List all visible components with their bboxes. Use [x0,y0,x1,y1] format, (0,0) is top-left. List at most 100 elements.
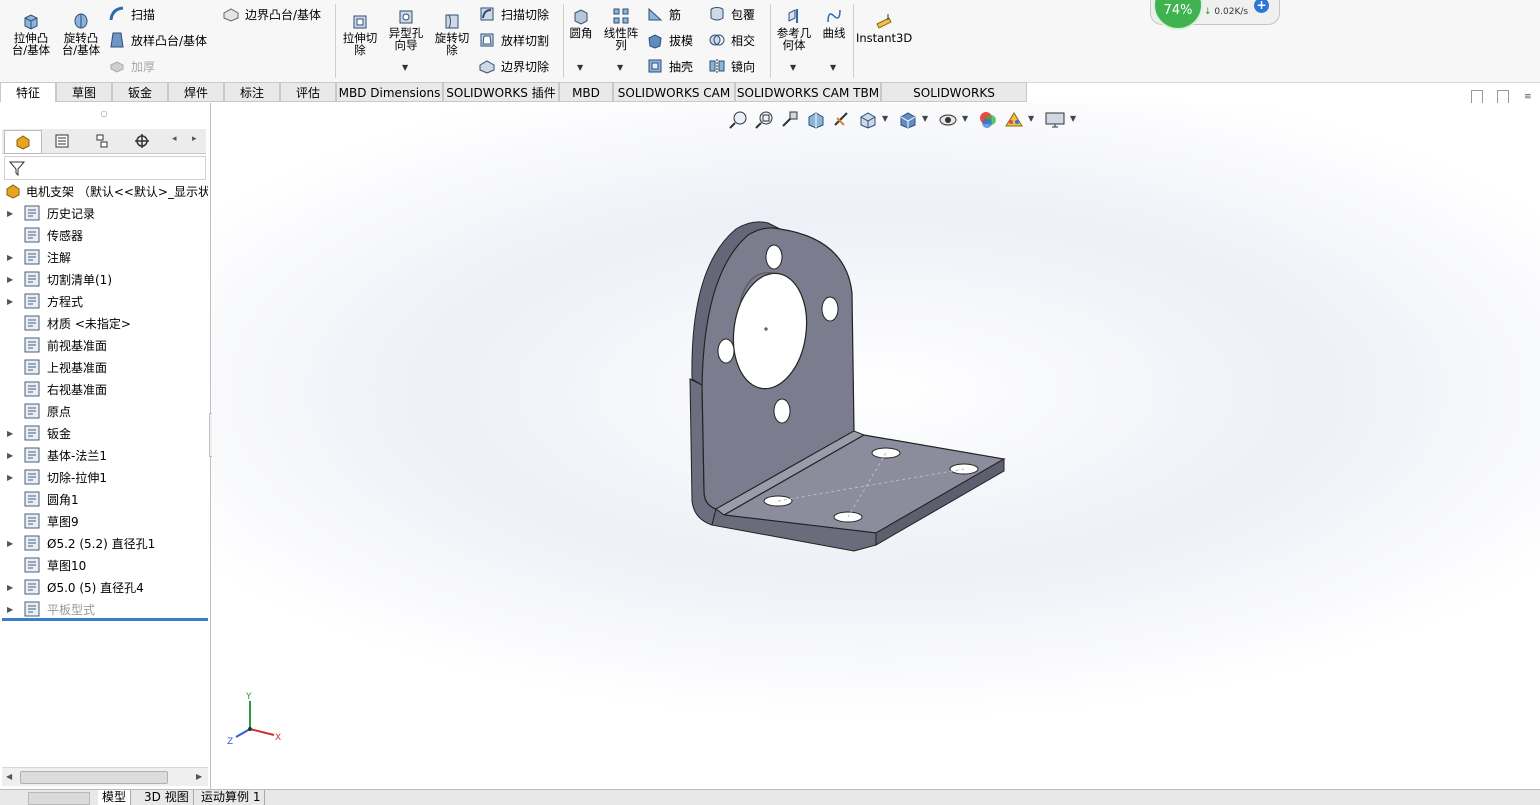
configuration-manager-tab[interactable] [84,130,120,152]
panel-grip[interactable]: ○ [0,109,208,121]
filter-box[interactable] [4,156,206,180]
hide-show-items-icon[interactable] [938,110,958,130]
tree-item[interactable]: 材质 <未指定> [0,312,208,334]
hole-wizard-dropdown-icon[interactable]: ▼ [402,63,408,72]
tab-sheet-metal[interactable]: 钣金 [112,82,168,102]
reference-geometry-dropdown-icon[interactable]: ▼ [790,63,796,72]
view-orientation-dropdown-icon[interactable]: ▼ [882,114,888,123]
expand-arrow-icon[interactable]: ▶ [7,253,19,262]
tree-item[interactable]: 右视基准面 [0,378,208,400]
tab-mbd[interactable]: MBD [559,82,613,102]
tab-navigation-arrows[interactable] [28,792,90,805]
dimxpert-manager-tab[interactable] [124,130,160,152]
tree-item[interactable]: ▶ 基体-法兰1 [0,444,208,466]
tab-evaluate[interactable]: 评估 [280,82,336,102]
reference-geometry-button[interactable]: 参考几 何体 [773,7,815,51]
expand-arrow-icon[interactable]: ▶ [7,539,19,548]
draft-button[interactable]: 拔模 [646,31,693,49]
tab-sketch[interactable]: 草图 [56,82,112,102]
rollback-bar[interactable] [2,618,208,621]
tree-item[interactable]: 草图10 [0,554,208,576]
section-view-icon[interactable] [806,110,826,130]
lofted-cut-button[interactable]: 放样切割 [478,31,549,49]
shell-button[interactable]: 抽壳 [646,57,693,75]
intersect-button[interactable]: 相交 [708,31,755,49]
sweep-button[interactable]: 扫描 [108,5,155,23]
instant3d-button[interactable]: Instant3D [856,12,912,44]
panel-right-icon[interactable] [1497,90,1509,104]
motor-bracket-model[interactable] [678,213,1018,553]
expand-arrow-icon[interactable]: ▶ [7,583,19,592]
panel-left-icon[interactable] [1471,90,1483,104]
tree-item[interactable]: 前视基准面 [0,334,208,356]
tab-weldments[interactable]: 焊件 [168,82,224,102]
expand-arrow-icon[interactable]: ▶ [7,451,19,460]
boundary-boss-button[interactable]: 边界凸台/基体 [222,5,321,23]
scroll-left-icon[interactable]: ◀ [6,772,12,781]
tree-item[interactable]: ▶ 钣金 [0,422,208,444]
extrude-cut-button[interactable]: 拉伸切 除 [338,12,382,56]
tree-root[interactable]: 电机支架 （默认<<默认>_显示状态 [0,180,208,202]
revolve-boss-button[interactable]: 旋转凸 台/基体 [58,12,104,56]
tab-mbd-dimensions[interactable]: MBD Dimensions [336,82,443,102]
hide-show-dropdown-icon[interactable]: ▼ [962,114,968,123]
apply-scene-icon[interactable] [1004,110,1024,130]
tree-item[interactable]: 传感器 [0,224,208,246]
options-menu-icon[interactable]: ≡ [1524,92,1532,102]
tree-item[interactable]: 上视基准面 [0,356,208,378]
thicken-button[interactable]: 加厚 [108,57,155,75]
tab-model[interactable]: 模型 [98,790,132,805]
tree-item[interactable]: 草图9 [0,510,208,532]
expand-arrow-icon[interactable]: ▶ [7,297,19,306]
tab-scroll-right-icon[interactable]: ▸ [192,134,197,144]
wrap-button[interactable]: 包覆 [708,5,755,23]
hole-wizard-button[interactable]: 异型孔 向导 [384,7,428,51]
linear-pattern-button[interactable]: 线性阵 列 [600,7,642,51]
scroll-right-icon[interactable]: ▶ [196,772,202,781]
curves-button[interactable]: 曲线 [818,7,850,39]
tree-item[interactable]: 原点 [0,400,208,422]
tree-item[interactable]: ▶ 平板型式 [0,598,208,620]
tree-item[interactable]: ▶ 切除-拉伸1 [0,466,208,488]
apply-scene-dropdown-icon[interactable]: ▼ [1028,114,1034,123]
tree-item[interactable]: ▶ 注解 [0,246,208,268]
tab-motion-study[interactable]: 运动算例 1 [197,790,266,805]
tab-annotation[interactable]: 标注 [224,82,280,102]
dynamic-annotation-icon[interactable] [832,110,852,130]
loft-boss-button[interactable]: 放样凸台/基体 [108,31,207,49]
view-settings-dropdown-icon[interactable]: ▼ [1070,114,1076,123]
expand-arrow-icon[interactable]: ▶ [7,429,19,438]
tree-item[interactable]: ▶ 历史记录 [0,202,208,224]
tab-3d-view[interactable]: 3D 视图 [140,790,194,805]
revolve-cut-button[interactable]: 旋转切 除 [430,12,474,56]
tree-item[interactable]: 圆角1 [0,488,208,510]
display-style-dropdown-icon[interactable]: ▼ [922,114,928,123]
rib-button[interactable]: 筋 [646,5,681,23]
property-manager-tab[interactable] [44,130,80,152]
graphics-area[interactable]: ▼ ▼ ▼ ▼ ▼ Y X Z [212,103,1540,789]
view-orientation-icon[interactable] [858,110,878,130]
previous-view-icon[interactable] [780,110,800,130]
expand-arrow-icon[interactable]: ▶ [7,275,19,284]
zoom-to-area-icon[interactable] [754,110,774,130]
mirror-button[interactable]: 镜向 [708,57,755,75]
tree-item[interactable]: ▶ Ø5.0 (5) 直径孔4 [0,576,208,598]
linear-pattern-dropdown-icon[interactable]: ▼ [617,63,623,72]
boundary-cut-button[interactable]: 边界切除 [478,57,549,75]
tab-features[interactable]: 特征 [0,82,56,102]
display-style-icon[interactable] [898,110,918,130]
edit-appearance-icon[interactable] [978,110,998,130]
expand-arrow-icon[interactable]: ▶ [7,605,19,614]
horizontal-scrollbar[interactable]: ◀ ▶ [2,767,208,786]
feature-manager-tab[interactable] [4,130,42,154]
curves-dropdown-icon[interactable]: ▼ [830,63,836,72]
scroll-thumb[interactable] [20,771,168,784]
fillet-dropdown-icon[interactable]: ▼ [577,63,583,72]
extrude-boss-button[interactable]: 拉伸凸 台/基体 [8,12,54,56]
fillet-button[interactable]: 圆角 [566,7,596,39]
tab-scroll-left-icon[interactable]: ◂ [172,134,177,144]
expand-arrow-icon[interactable]: ▶ [7,473,19,482]
tab-solidworks-cam-tbm[interactable]: SOLIDWORKS CAM TBM [735,82,881,102]
tab-solidworks-inspection[interactable]: SOLIDWORKS Inspection [881,82,1027,120]
tab-solidworks-addins[interactable]: SOLIDWORKS 插件 [443,82,559,102]
